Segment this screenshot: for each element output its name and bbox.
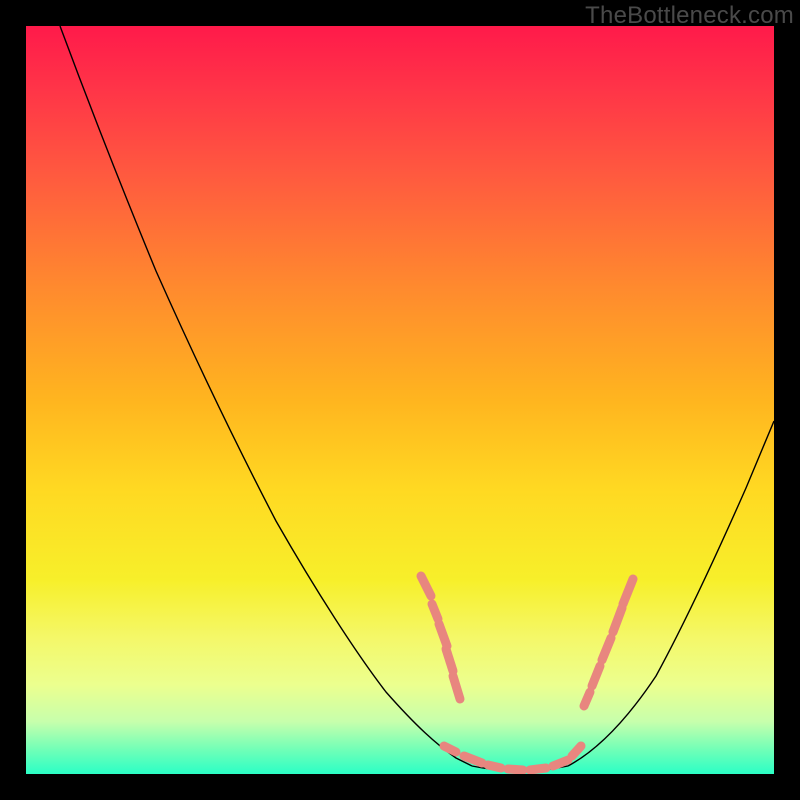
dash-floor [444, 746, 456, 752]
dash-right [592, 666, 600, 686]
left-curve [60, 26, 472, 766]
chart-plot-area [26, 26, 774, 774]
dash-left [446, 649, 453, 671]
dash-floor [530, 768, 546, 770]
dash-right [623, 579, 633, 604]
dash-left [421, 576, 431, 596]
dash-right [602, 638, 611, 660]
dash-left-group [421, 576, 460, 699]
dash-right [613, 608, 622, 632]
dash-floor [508, 769, 523, 770]
right-curve [568, 421, 774, 766]
dash-left [432, 604, 438, 619]
dash-floor [572, 746, 581, 756]
dash-floor [464, 756, 482, 763]
dash-floor [488, 765, 501, 768]
dash-floor [553, 760, 568, 766]
dash-left [453, 676, 460, 699]
dash-floor-group [444, 746, 581, 770]
dash-left [439, 624, 447, 646]
dash-right [584, 692, 590, 706]
dash-right-group [584, 579, 633, 706]
curve-svg [26, 26, 774, 774]
